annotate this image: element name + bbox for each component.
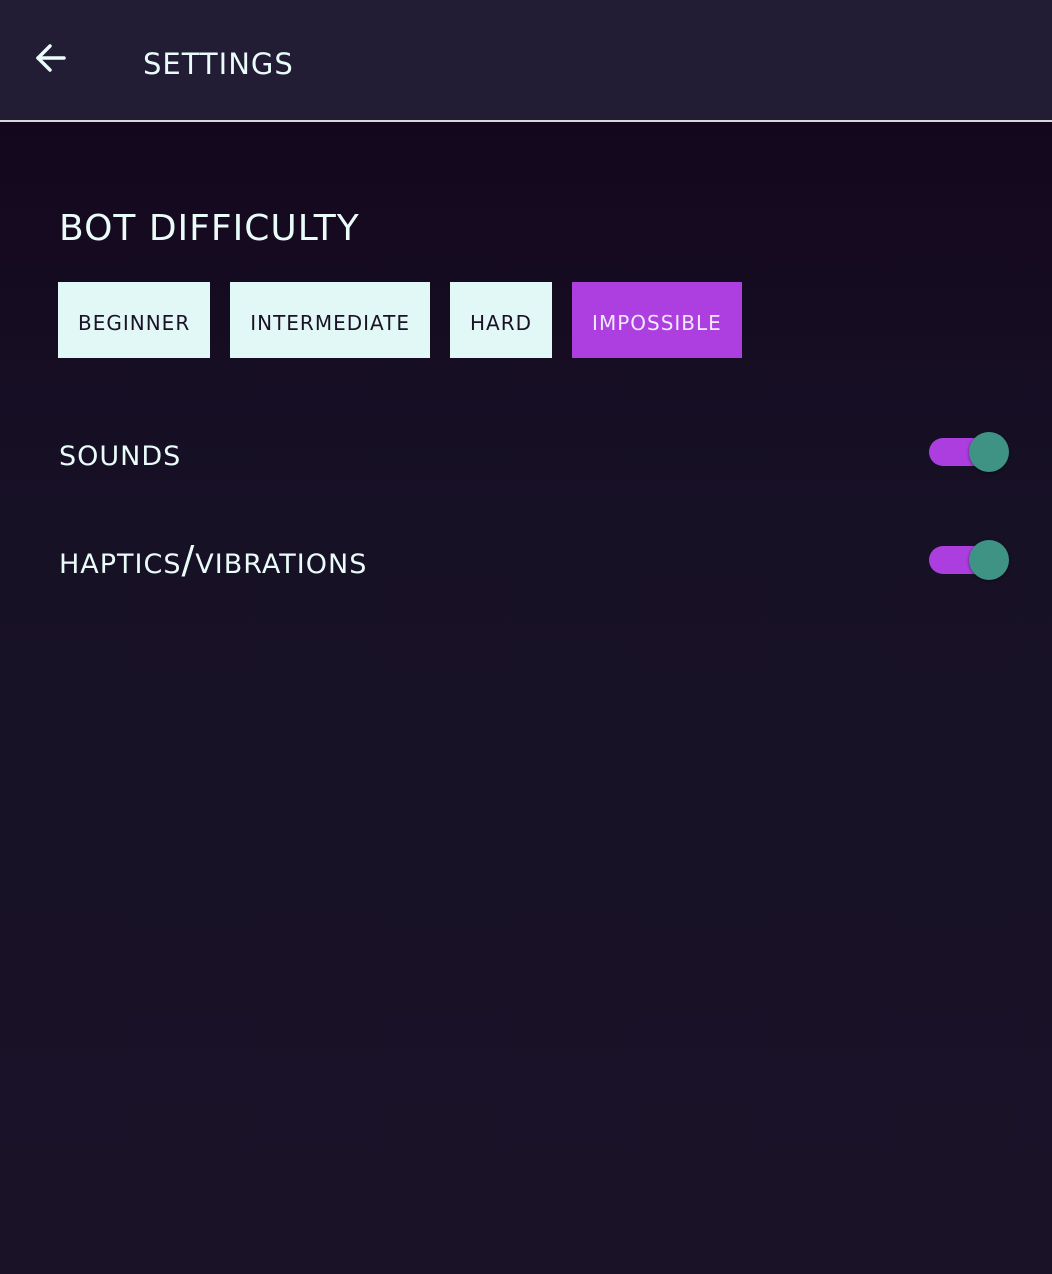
toggle-thumb xyxy=(969,432,1009,472)
bot-difficulty-title: BOT DIFFICULTY xyxy=(59,208,360,249)
sounds-toggle[interactable] xyxy=(929,432,1009,472)
toggle-thumb xyxy=(969,540,1009,580)
page-title: settings xyxy=(143,35,294,84)
difficulty-beginner-button[interactable]: beginner xyxy=(58,282,211,358)
difficulty-intermediate-button[interactable]: intermediate xyxy=(230,282,431,358)
arrow-left-icon xyxy=(32,40,68,80)
sounds-label: sounds xyxy=(59,430,182,474)
app-header: settings xyxy=(0,0,1052,122)
haptics-label: haptics/vibrations xyxy=(59,538,368,582)
difficulty-impossible-button[interactable]: impossible xyxy=(572,282,742,358)
back-button[interactable] xyxy=(28,38,72,82)
haptics-setting-row: haptics/vibrations xyxy=(59,530,1009,590)
difficulty-hard-button[interactable]: hard xyxy=(450,282,553,358)
sounds-setting-row: sounds xyxy=(59,422,1009,482)
haptics-toggle[interactable] xyxy=(929,540,1009,580)
settings-screen: settings BOT DIFFICULTY beginner interme… xyxy=(0,0,1052,1274)
difficulty-selector: beginner intermediate hard impossible xyxy=(58,282,742,358)
